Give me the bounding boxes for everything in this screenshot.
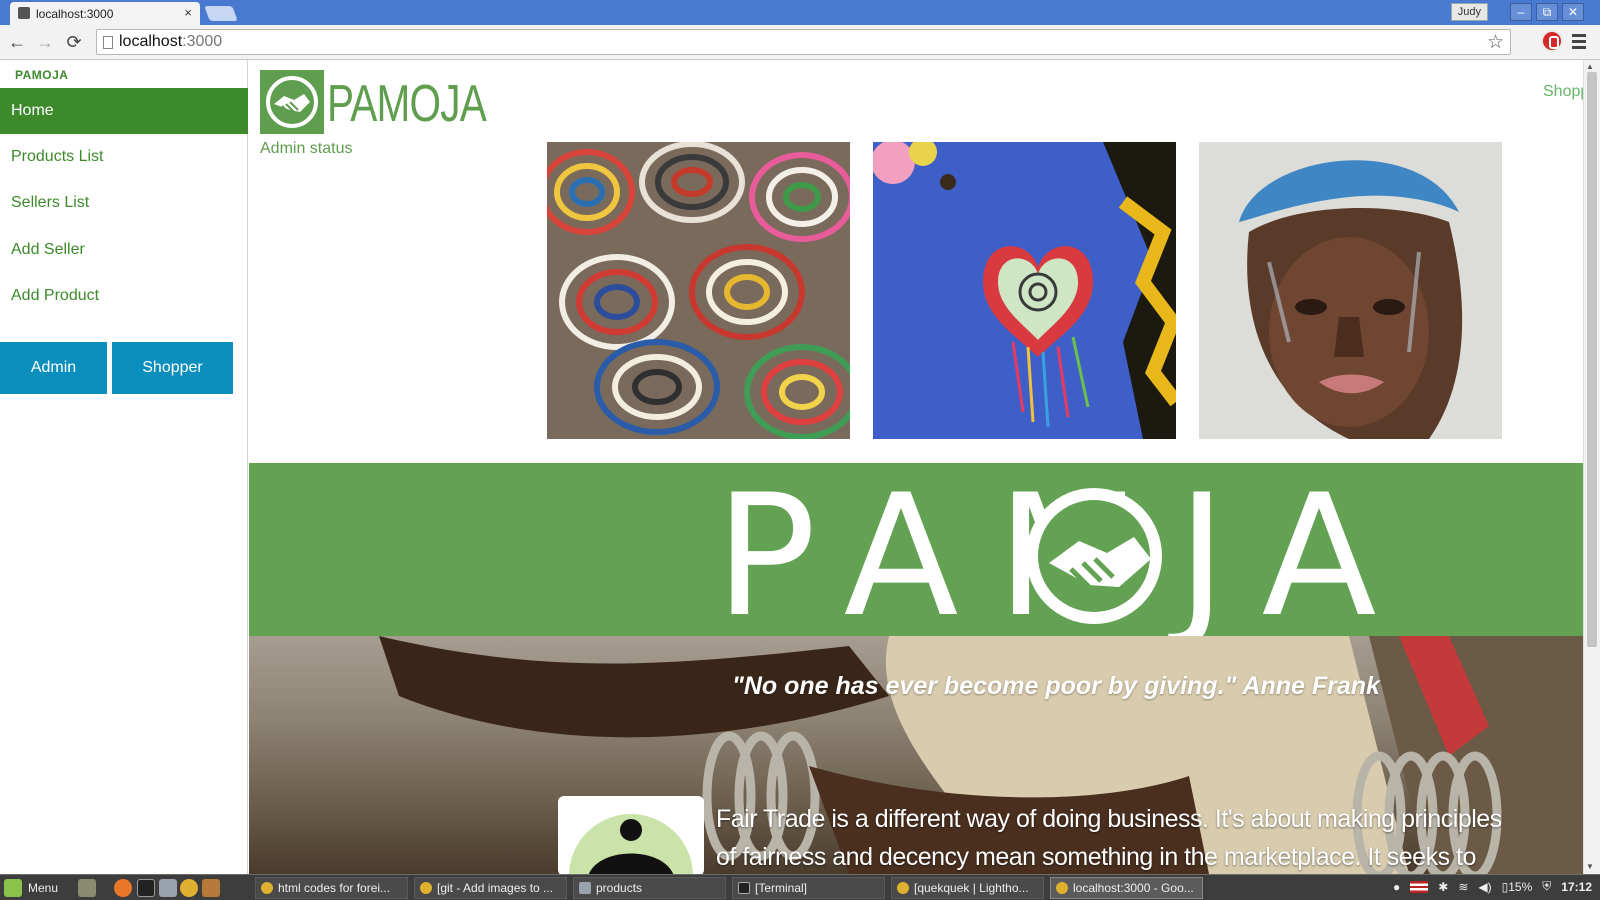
tab-title: localhost:3000 — [36, 6, 114, 21]
editor-launcher-icon[interactable] — [202, 879, 220, 897]
os-taskbar: Menu html codes for forei... [git - Add … — [0, 874, 1600, 900]
shield-icon[interactable]: ⛨ — [1542, 879, 1551, 894]
profile-button[interactable]: Judy — [1450, 3, 1488, 21]
browser-titlebar: localhost:3000 × Judy – ⧉ ✕ — [0, 0, 1600, 25]
chrome-icon — [1056, 882, 1068, 894]
shopping-link[interactable]: Shopping — [1543, 83, 1583, 101]
url-host: localhost — [119, 33, 183, 50]
sidebar-item-sellers-list[interactable]: Sellers List — [0, 180, 248, 226]
brand-banner: PAM JA — [249, 458, 1583, 654]
taskbar-task-label: products — [596, 881, 643, 895]
page-icon — [103, 36, 113, 49]
sidebar-brand[interactable]: PAMOJA — [15, 68, 68, 82]
taskbar-task-label: [quekquek | Lightho... — [914, 881, 1029, 895]
address-bar[interactable]: localhost:3000 ☆ — [96, 29, 1511, 55]
folder-icon — [579, 882, 591, 894]
sidebar-item-home[interactable]: Home — [0, 88, 248, 134]
taskbar-task[interactable]: [Terminal] — [732, 877, 885, 899]
fair-trade-text: Fair Trade is a different way of doing b… — [716, 805, 1502, 871]
forward-button[interactable]: → — [34, 31, 56, 53]
show-desktop-icon[interactable] — [78, 879, 96, 897]
network-icon[interactable]: ≋ — [1458, 880, 1468, 894]
page-viewport: PAMOJA Home Products List Sellers List A… — [0, 60, 1600, 874]
chrome-icon — [261, 882, 273, 894]
bluetooth-icon[interactable]: ✱ — [1438, 880, 1448, 894]
battery-indicator[interactable]: ▯15% — [1502, 880, 1533, 894]
hero-section: "No one has ever become poor by giving."… — [249, 636, 1583, 874]
mint-logo-icon — [4, 879, 22, 897]
taskbar-task-label: localhost:3000 - Goo... — [1073, 881, 1194, 895]
fair-trade-badge-icon — [558, 796, 704, 874]
chrome-icon — [420, 882, 432, 894]
chrome-icon — [897, 882, 909, 894]
back-button[interactable]: ← — [6, 31, 28, 53]
sidebar: PAMOJA Home Products List Sellers List A… — [0, 60, 248, 874]
scroll-down-icon[interactable]: ▼ — [1586, 862, 1594, 871]
admin-status: Admin status — [260, 140, 353, 157]
admin-button[interactable]: Admin — [0, 342, 107, 394]
taskbar-task[interactable]: [git - Add images to ... — [414, 877, 567, 899]
taskbar-task[interactable]: html codes for forei... — [255, 877, 408, 899]
reload-button[interactable]: ⟳ — [63, 31, 85, 53]
handshake-logo-icon[interactable] — [260, 70, 324, 134]
browser-toolbar: ← → ⟳ localhost:3000 ☆ — [0, 25, 1600, 60]
terminal-icon — [738, 882, 750, 894]
page-scrollbar[interactable]: ▲ ▼ — [1583, 60, 1600, 874]
main-content: PAMOJA Admin status Shopping — [249, 60, 1583, 874]
taskbar-task[interactable]: [quekquek | Lightho... — [891, 877, 1044, 899]
tab-favicon-icon — [18, 7, 30, 19]
scroll-up-icon[interactable]: ▲ — [1586, 62, 1594, 71]
clock[interactable]: 17:12 — [1561, 880, 1592, 894]
minimize-button[interactable]: – — [1510, 3, 1532, 21]
banner-letters-after: JA — [1168, 463, 1415, 636]
files-launcher-icon[interactable] — [159, 879, 177, 897]
url-port: :3000 — [182, 33, 223, 50]
scroll-thumb[interactable] — [1587, 72, 1597, 647]
start-menu-button[interactable]: Menu — [4, 878, 58, 898]
start-menu-label: Menu — [28, 881, 59, 895]
browser-tab[interactable]: localhost:3000 × — [10, 2, 200, 25]
taskbar-task-active[interactable]: localhost:3000 - Goo... — [1050, 877, 1203, 899]
user-icon[interactable]: ● — [1393, 880, 1400, 894]
terminal-launcher-icon[interactable] — [137, 879, 155, 897]
keyboard-layout-flag-icon[interactable] — [1410, 880, 1429, 893]
portrait-painting-photo — [1199, 142, 1502, 439]
taskbar-task-label: html codes for forei... — [278, 881, 391, 895]
beaded-heart-photo — [873, 142, 1176, 439]
chrome-launcher-icon[interactable] — [180, 879, 198, 897]
battery-percent: 15% — [1508, 879, 1533, 894]
taskbar-task[interactable]: products — [573, 877, 726, 899]
url-text: localhost:3000 — [119, 33, 222, 51]
system-tray: ● ✱ ≋ ◀) ▯15% ⛨ 17:12 — [1393, 879, 1592, 894]
baskets-photo — [547, 142, 850, 439]
bookmark-star-icon[interactable]: ☆ — [1487, 31, 1504, 54]
volume-icon[interactable]: ◀) — [1478, 880, 1491, 894]
hero-quote: "No one has ever become poor by giving."… — [732, 672, 1380, 700]
taskbar-task-label: [Terminal] — [755, 881, 808, 895]
sidebar-item-add-product[interactable]: Add Product — [0, 273, 248, 319]
sidebar-item-add-seller[interactable]: Add Seller — [0, 227, 248, 273]
extension-power-icon[interactable] — [1541, 30, 1563, 52]
sidebar-item-products-list[interactable]: Products List — [0, 134, 248, 180]
new-tab-button[interactable] — [204, 6, 238, 21]
firefox-launcher-icon[interactable] — [114, 879, 132, 897]
logo-wordmark: PAMOJA — [327, 75, 487, 133]
chrome-menu-icon[interactable] — [1572, 34, 1586, 50]
restore-button[interactable]: ⧉ — [1536, 3, 1558, 21]
shopper-button[interactable]: Shopper — [112, 342, 233, 394]
tab-close-icon[interactable]: × — [184, 5, 192, 20]
taskbar-task-label: [git - Add images to ... — [437, 881, 554, 895]
close-window-button[interactable]: ✕ — [1562, 3, 1584, 21]
